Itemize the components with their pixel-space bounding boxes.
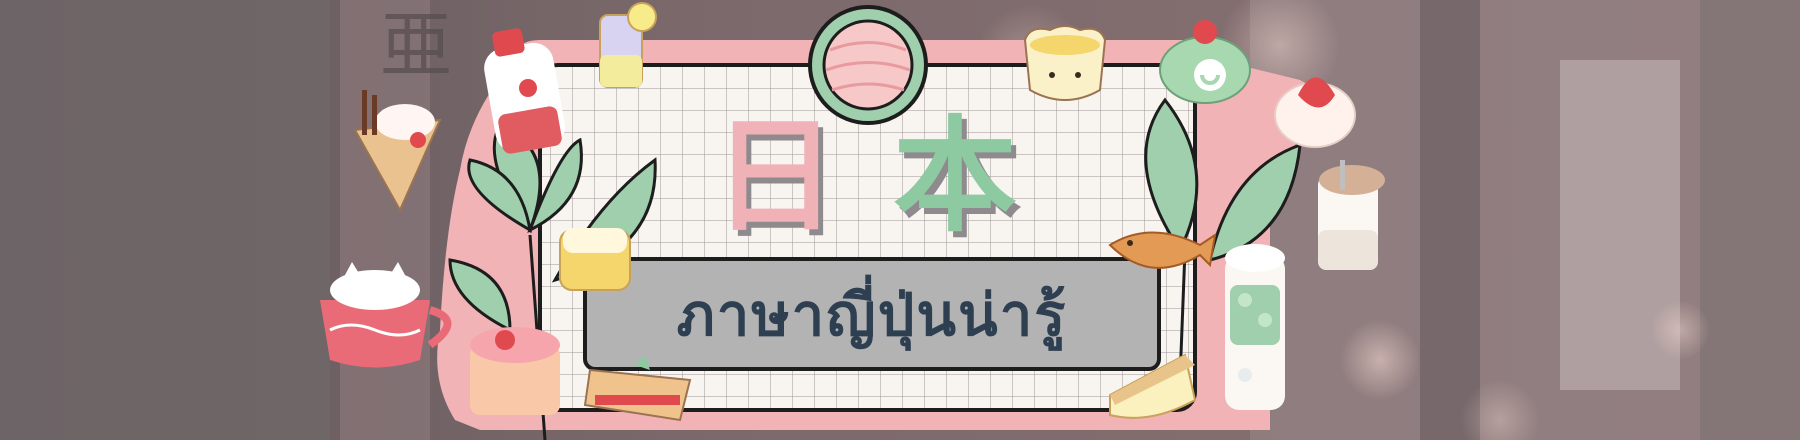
bear-cup-icon [1023,25,1107,101]
banner: 亜 日 本 ภาษาญี่ปุ่นน่ารู้ [0,0,1800,440]
pancake-icon [470,327,560,415]
iced-coffee-icon [1318,160,1385,270]
kanji-hon: 本 [892,105,1017,249]
banner-title: ภาษาญี่ปุ่นน่ารู้ [676,280,1068,349]
matcha-float-icon [1225,244,1285,410]
kanji-nichi: 日 [712,105,837,249]
